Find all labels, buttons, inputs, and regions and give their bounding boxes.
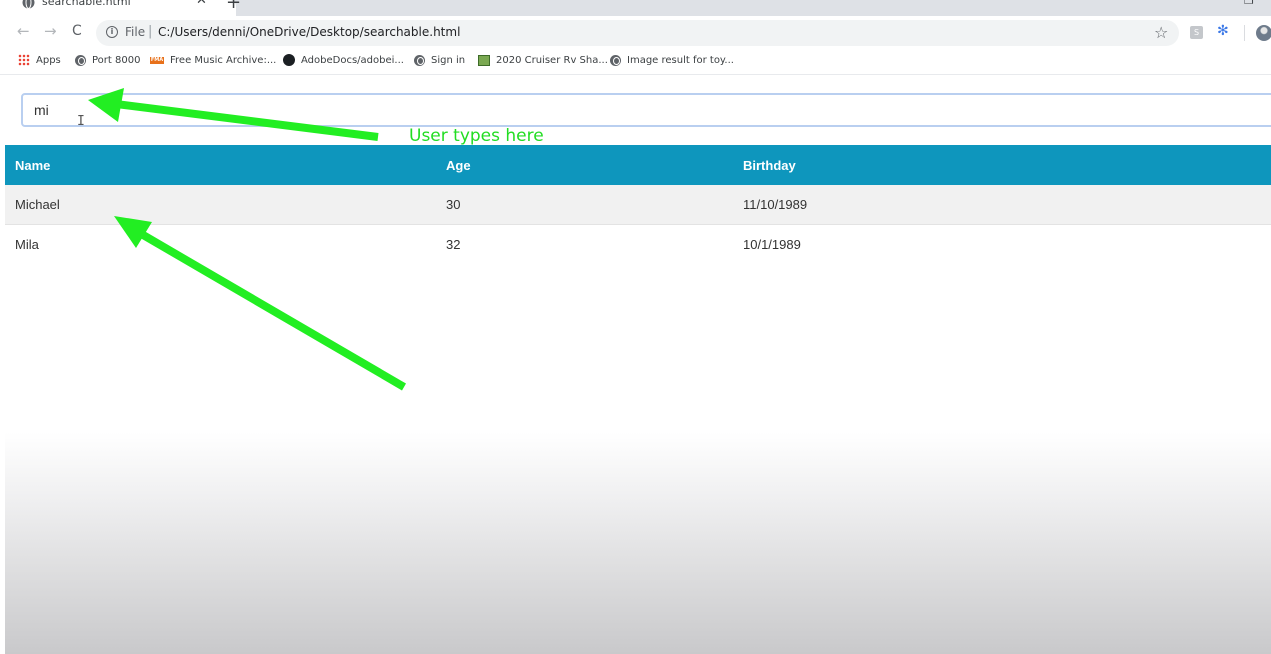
bookmark-star-icon[interactable]: ☆	[1154, 23, 1168, 42]
address-bar[interactable]: i File | C:/Users/denni/OneDrive/Desktop…	[96, 20, 1179, 46]
bookmark-label: Port 8000	[92, 55, 141, 66]
bookmark-label: Image result for toy...	[627, 55, 734, 66]
extension-icon[interactable]: S	[1190, 26, 1203, 39]
tab-title: searchable.html	[42, 0, 131, 8]
bookmark-image-result[interactable]: Image result for toy...	[610, 54, 734, 68]
cell-name: Michael	[5, 185, 436, 225]
github-icon	[283, 54, 295, 66]
info-icon[interactable]: i	[106, 26, 118, 38]
restore-window-icon[interactable]: ❐	[1244, 0, 1254, 7]
address-separator: |	[148, 24, 153, 39]
globe-icon	[75, 54, 86, 66]
globe-icon	[22, 0, 35, 9]
scheme-label: File	[125, 25, 146, 39]
profile-avatar[interactable]	[1256, 25, 1271, 41]
cell-name: Mila	[5, 224, 436, 264]
rv-icon	[478, 54, 490, 66]
table-row: Michael 30 11/10/1989	[5, 185, 1271, 225]
extension-gear-icon[interactable]: ✻	[1217, 23, 1229, 39]
bookmark-label: 2020 Cruiser Rv Sha...	[496, 55, 608, 66]
apps-grid-icon	[18, 54, 30, 66]
table-header-row: Name Age Birthday	[5, 145, 1271, 185]
back-button[interactable]: ←	[17, 22, 30, 40]
cell-birthday: 10/1/1989	[733, 224, 1271, 264]
text-cursor-icon: I	[77, 114, 85, 129]
column-header-age[interactable]: Age	[436, 145, 733, 185]
tab-strip: searchable.html ✕ + ❐	[0, 0, 1271, 16]
globe-icon	[610, 54, 621, 66]
globe-icon	[414, 54, 425, 66]
browser-tab[interactable]: searchable.html ✕	[0, 0, 236, 16]
people-table: Name Age Birthday Michael 30 11/10/1989 …	[5, 145, 1271, 264]
bookmarks-bar: Apps Port 8000 FMA Free Music Archive:...…	[0, 50, 1271, 75]
url-text[interactable]: C:/Users/denni/OneDrive/Desktop/searchab…	[158, 25, 460, 39]
cell-age: 32	[436, 224, 733, 264]
bookmark-label: Sign in	[431, 55, 466, 66]
browser-toolbar: ← → C i File | C:/Users/denni/OneDrive/D…	[0, 16, 1271, 50]
page-content: I Name Age Birthday Michael 30 11/10/198…	[5, 77, 1271, 654]
cell-birthday: 11/10/1989	[733, 185, 1271, 225]
bookmark-cruiser-rv[interactable]: 2020 Cruiser Rv Sha...	[478, 54, 608, 68]
toolbar-divider	[1244, 25, 1245, 41]
search-input[interactable]	[21, 93, 1271, 127]
cell-age: 30	[436, 185, 733, 225]
forward-button[interactable]: →	[44, 22, 57, 40]
column-header-birthday[interactable]: Birthday	[733, 145, 1271, 185]
bookmark-apps[interactable]: Apps	[18, 54, 61, 68]
bookmark-label: Apps	[36, 55, 61, 66]
bookmark-port-8000[interactable]: Port 8000	[75, 54, 140, 68]
fma-icon: FMA	[150, 56, 164, 64]
bookmark-label: AdobeDocs/adobei...	[301, 55, 404, 66]
close-icon[interactable]: ✕	[196, 0, 207, 8]
bookmark-sign-in[interactable]: Sign in	[414, 54, 465, 68]
reload-button[interactable]: C	[72, 23, 82, 39]
bookmark-adobedocs[interactable]: AdobeDocs/adobei...	[283, 54, 404, 68]
new-tab-button[interactable]: +	[226, 0, 241, 13]
bookmark-label: Free Music Archive:...	[170, 55, 277, 66]
bookmark-free-music-archive[interactable]: FMA Free Music Archive:...	[150, 54, 276, 68]
table-row: Mila 32 10/1/1989	[5, 224, 1271, 264]
column-header-name[interactable]: Name	[5, 145, 436, 185]
annotation-label: User types here	[409, 126, 544, 146]
